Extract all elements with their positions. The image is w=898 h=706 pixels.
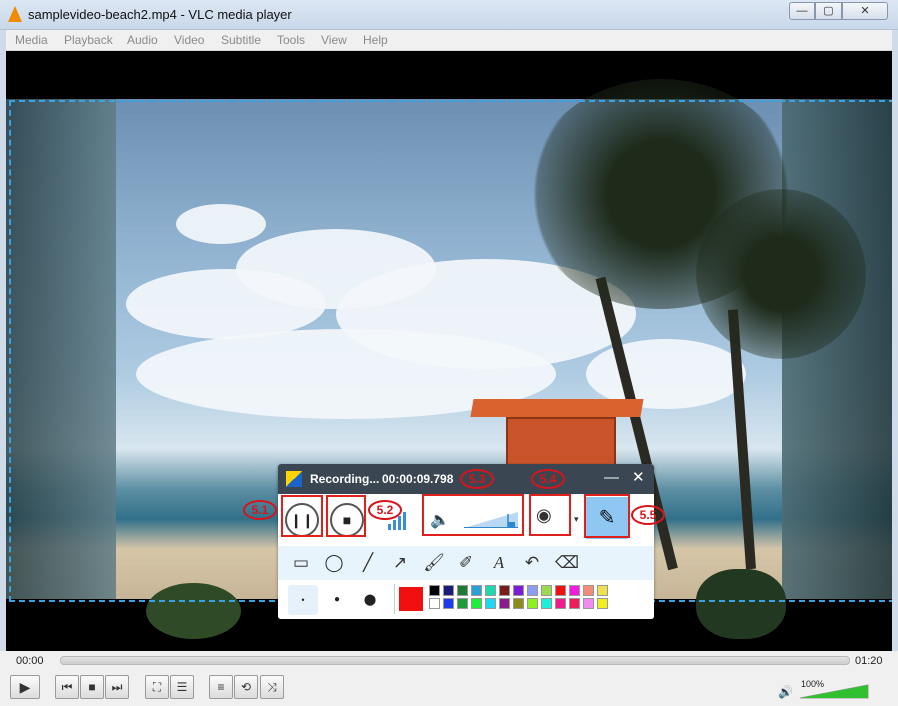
divider [394,584,395,614]
menu-media[interactable]: Media [15,33,48,47]
callout-badge: 5.5 [631,505,665,525]
cloud [126,269,326,339]
palette-color-swatch[interactable] [443,598,454,609]
bush [146,583,241,639]
palette-color-swatch[interactable] [569,585,580,596]
minimize-button[interactable]: — [789,2,815,20]
callout-badge: 5.3 [460,469,494,489]
text-tool-icon[interactable]: A [488,552,510,574]
palette-color-swatch[interactable] [471,598,482,609]
palette-color-swatch[interactable] [583,585,594,596]
seek-bar[interactable] [60,656,850,665]
window-titlebar: samplevideo-beach2.mp4 - VLC media playe… [0,0,898,30]
recorder-logo-icon [286,471,302,487]
total-time: 01:20 [855,655,883,667]
recording-timer: 00:00:09.798 [382,472,454,486]
selected-color-swatch[interactable] [399,587,423,611]
palette-color-swatch[interactable] [513,585,524,596]
maximize-button[interactable]: ▢ [815,2,842,20]
player-controls: 00:00 01:20 ▶ ⏮ ■ ⏭ ⛶ ☰ ≡ ⟲ ⤨ 🔊 100% [0,651,898,706]
recording-controls-row: ❙❙ ■ 🔈 ◉ ▾ ✎ [278,494,654,546]
menu-playback[interactable]: Playback [64,33,113,47]
next-button[interactable]: ⏭ [105,675,129,699]
palette-color-swatch[interactable] [471,585,482,596]
menu-help[interactable]: Help [363,33,388,47]
palette-color-swatch[interactable] [541,585,552,596]
palette-color-swatch[interactable] [597,598,608,609]
palm-leaves [696,189,866,359]
palette-color-swatch[interactable] [499,585,510,596]
palette-color-swatch[interactable] [597,585,608,596]
webcam-dropdown-icon[interactable]: ▾ [574,514,579,525]
brush-size-small[interactable]: • [288,585,318,615]
menu-bar: Media Playback Audio Video Subtitle Tool… [6,30,892,51]
palette-color-swatch[interactable] [443,585,454,596]
recorder-minimize-button[interactable]: — [604,469,619,486]
drawing-tools-row: ▭ ◯ ╱ ↗ 🖌 ✐ A ↶ ⌫ [278,546,654,580]
palette-color-swatch[interactable] [429,585,440,596]
palette-color-swatch[interactable] [569,598,580,609]
color-palette [429,585,611,611]
palette-color-swatch[interactable] [555,585,566,596]
previous-button[interactable]: ⏮ [55,675,79,699]
volume-slider[interactable] [798,677,870,699]
stop-button[interactable]: ■ [80,675,104,699]
stop-recording-button[interactable]: ■ [330,503,364,537]
rectangle-tool-icon[interactable]: ▭ [290,552,312,574]
palette-color-swatch[interactable] [527,598,538,609]
recording-status: Recording... [310,472,380,486]
palette-color-swatch[interactable] [541,598,552,609]
palette-color-swatch[interactable] [527,585,538,596]
recording-toolbar: Recording... 00:00:09.798 — ✕ ❙❙ ■ 🔈 ◉ ▾… [278,464,654,619]
elapsed-time: 00:00 [16,655,44,667]
highlighter-tool-icon[interactable]: ✐ [455,552,477,574]
recorder-close-button[interactable]: ✕ [632,468,645,486]
brush-size-medium[interactable]: ● [322,585,352,615]
palette-color-swatch[interactable] [429,598,440,609]
window-title: samplevideo-beach2.mp4 - VLC media playe… [28,7,292,22]
shuffle-button[interactable]: ⤨ [260,675,284,699]
callout-badge: 5.4 [531,469,565,489]
line-tool-icon[interactable]: ╱ [357,552,379,574]
palette-color-swatch[interactable] [457,598,468,609]
palette-color-swatch[interactable] [485,585,496,596]
palette-color-swatch[interactable] [499,598,510,609]
extended-settings-button[interactable]: ☰ [170,675,194,699]
ellipse-tool-icon[interactable]: ◯ [323,552,345,574]
loop-button[interactable]: ⟲ [234,675,258,699]
palette-color-swatch[interactable] [457,585,468,596]
palette-color-swatch[interactable] [583,598,594,609]
system-volume-slider[interactable] [464,508,518,528]
brush-size-large[interactable]: ⬤ [355,585,385,615]
callout-badge: 5.2 [368,500,402,520]
callout-badge: 5.1 [243,500,277,520]
menu-view[interactable]: View [321,33,347,47]
brush-tool-icon[interactable]: 🖌 [423,552,445,574]
menu-audio[interactable]: Audio [127,33,158,47]
webcam-icon[interactable]: ◉ [536,505,552,526]
video-blur-left [6,99,116,599]
eraser-tool-icon[interactable]: ⌫ [555,552,579,574]
speaker-icon[interactable]: 🔈 [430,510,450,530]
volume-icon[interactable]: 🔊 [778,685,793,699]
menu-tools[interactable]: Tools [277,33,305,47]
vlc-cone-icon [8,6,22,22]
close-button[interactable]: ✕ [842,2,888,20]
bush [696,569,786,639]
pause-recording-button[interactable]: ❙❙ [285,503,319,537]
palette-color-swatch[interactable] [485,598,496,609]
lifeguard-tower-roof [470,399,644,417]
fullscreen-button[interactable]: ⛶ [145,675,169,699]
menu-subtitle[interactable]: Subtitle [221,33,261,47]
cloud [176,204,266,244]
palette-color-swatch[interactable] [513,598,524,609]
annotate-pen-button[interactable]: ✎ [586,497,628,539]
play-button[interactable]: ▶ [10,675,40,699]
style-row: • ● ⬤ [278,580,654,619]
menu-video[interactable]: Video [174,33,204,47]
undo-tool-icon[interactable]: ↶ [521,552,543,574]
arrow-tool-icon[interactable]: ↗ [389,552,411,574]
palette-color-swatch[interactable] [555,598,566,609]
playlist-button[interactable]: ≡ [209,675,233,699]
